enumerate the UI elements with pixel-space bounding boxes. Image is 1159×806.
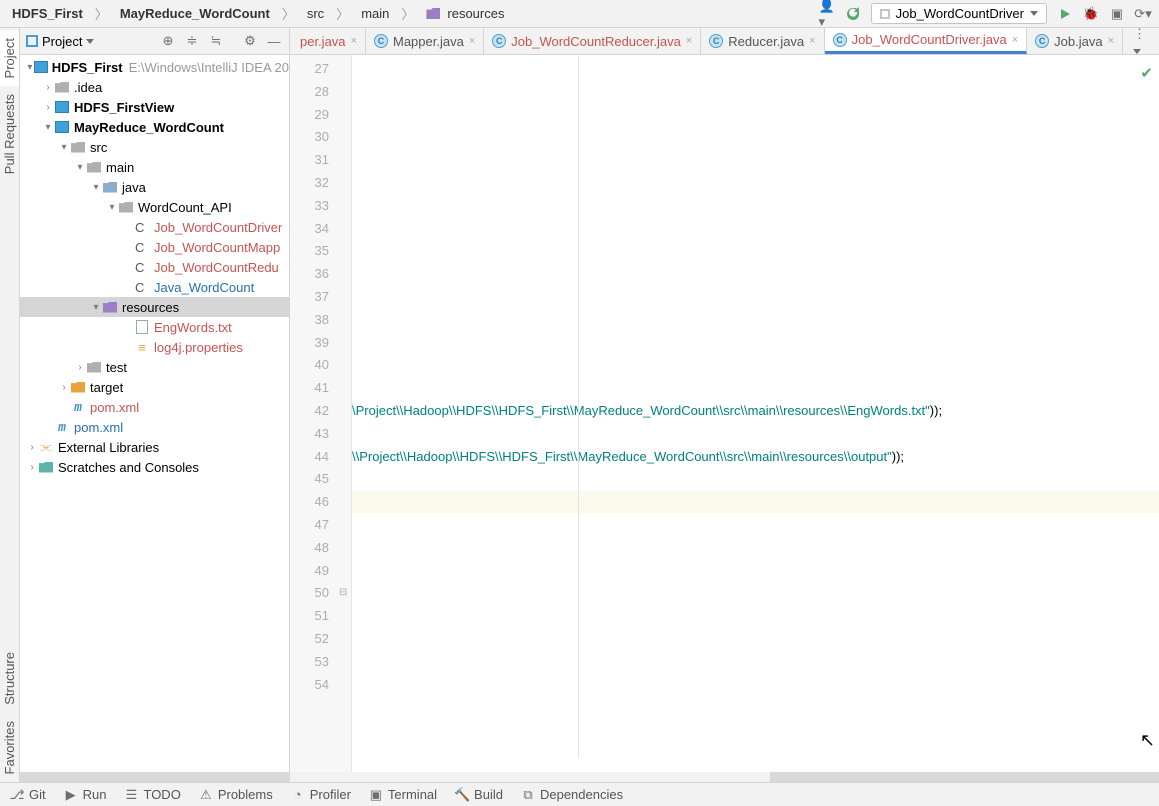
locate-button[interactable]: ⊕	[159, 32, 177, 50]
tree-pom1[interactable]: mpom.xml	[20, 397, 289, 417]
debug-button[interactable]: 🐞	[1083, 6, 1099, 22]
breadcrumb[interactable]: HDFS_First〉 MayReduce_WordCount〉 src〉 ma…	[8, 2, 512, 25]
tab-2[interactable]: CJob_WordCountReducer.java×	[484, 28, 701, 54]
close-icon[interactable]: ×	[1108, 35, 1114, 47]
close-icon[interactable]: ×	[1012, 34, 1018, 46]
left-tool-strip: Project Pull Requests Structure Favorite…	[0, 28, 20, 782]
left-tab-pull-requests[interactable]: Pull Requests	[0, 86, 19, 182]
tree-mayreduce[interactable]: ▾MayReduce_WordCount	[20, 117, 289, 137]
bottom-dependencies[interactable]: ⧉Dependencies	[521, 787, 623, 802]
project-view-icon	[26, 35, 38, 47]
tree-jvc[interactable]: CJava_WordCount	[20, 277, 289, 297]
crumb-4[interactable]: resources	[422, 2, 512, 25]
tabs-more-icon[interactable]: ⋮	[1127, 28, 1159, 55]
editor-gutter[interactable]: 2728293031323334353637383940414243444546…	[290, 55, 352, 782]
scroll-thumb[interactable]	[20, 772, 290, 782]
tree-jwm[interactable]: CJob_WordCountMapp	[20, 237, 289, 257]
bottom-todo[interactable]: ☰TODO	[124, 787, 180, 802]
tree-wordcount-api[interactable]: ▾WordCount_API	[20, 197, 289, 217]
crumb-3[interactable]: main	[357, 4, 393, 23]
crumb-2[interactable]: src	[303, 4, 328, 23]
tree-root[interactable]: ▾HDFS_FirstE:\Windows\IntelliJ IDEA 20	[20, 57, 289, 77]
close-icon[interactable]: ×	[809, 35, 815, 47]
tree-java[interactable]: ▾java	[20, 177, 289, 197]
tab-0[interactable]: per.java×	[292, 28, 366, 54]
project-header-title[interactable]: Project	[42, 34, 82, 49]
run-button[interactable]	[1057, 6, 1073, 22]
scroll-thumb[interactable]	[770, 772, 1159, 782]
project-tool-window: Project ⊕ ≑ ≒ ⚙ — ▾HDFS_FirstE:\Windows\…	[20, 28, 290, 782]
settings-button[interactable]: ⚙	[241, 32, 259, 50]
tree-scratches[interactable]: ›Scratches and Consoles	[20, 457, 289, 477]
bottom-terminal[interactable]: ▣Terminal	[369, 787, 437, 802]
tab-4[interactable]: CJob_WordCountDriver.java×	[825, 28, 1028, 54]
bottom-build[interactable]: 🔨Build	[455, 787, 503, 802]
tree-hdfs-firstview[interactable]: ›HDFS_FirstView	[20, 97, 289, 117]
collapse-all-button[interactable]: ≒	[207, 32, 225, 50]
editor-area: per.java× CMapper.java× CJob_WordCountRe…	[290, 28, 1159, 782]
close-icon[interactable]: ×	[351, 35, 357, 47]
close-icon[interactable]: ×	[686, 35, 692, 47]
tree-main[interactable]: ▾main	[20, 157, 289, 177]
tree-test[interactable]: ›test	[20, 357, 289, 377]
analysis-ok-icon[interactable]: ✔	[1140, 63, 1153, 86]
mouse-cursor: ↖	[1140, 730, 1155, 751]
hide-button[interactable]: —	[265, 32, 283, 50]
bottom-tool-bar: ⎇Git ▶Run ☰TODO ⚠Problems ◔Profiler ▣Ter…	[0, 782, 1159, 806]
column-guide	[578, 55, 579, 758]
tab-3[interactable]: CReducer.java×	[701, 28, 824, 54]
more-run-icon[interactable]: ⟳▾	[1135, 6, 1151, 22]
expand-all-button[interactable]: ≑	[183, 32, 201, 50]
editor-tabs: per.java× CMapper.java× CJob_WordCountRe…	[290, 28, 1159, 55]
bottom-git[interactable]: ⎇Git	[10, 787, 46, 802]
user-icon[interactable]: 👤▾	[819, 6, 835, 22]
close-icon[interactable]: ×	[469, 35, 475, 47]
coverage-button[interactable]: ▣	[1109, 6, 1125, 22]
top-toolbar: HDFS_First〉 MayReduce_WordCount〉 src〉 ma…	[0, 0, 1159, 28]
horizontal-scrollbar[interactable]	[20, 772, 1159, 782]
project-header: Project ⊕ ≑ ≒ ⚙ —	[20, 28, 289, 55]
left-tab-structure[interactable]: Structure	[0, 644, 19, 713]
tree-pom2[interactable]: mpom.xml	[20, 417, 289, 437]
crumb-0[interactable]: HDFS_First	[8, 4, 87, 23]
tree-log4j[interactable]: ≡log4j.properties	[20, 337, 289, 357]
tab-1[interactable]: CMapper.java×	[366, 28, 484, 54]
tree-idea[interactable]: ›.idea	[20, 77, 289, 97]
left-tab-project[interactable]: Project	[0, 30, 19, 86]
crumb-1[interactable]: MayReduce_WordCount	[116, 4, 274, 23]
left-tab-favorites[interactable]: Favorites	[0, 713, 19, 782]
tree-resources[interactable]: ▾resources	[20, 297, 289, 317]
bottom-run[interactable]: ▶Run	[64, 787, 107, 802]
bottom-profiler[interactable]: ◔Profiler	[291, 787, 351, 802]
bottom-problems[interactable]: ⚠Problems	[199, 787, 273, 802]
sync-icon[interactable]	[845, 6, 861, 22]
tree-target[interactable]: ›target	[20, 377, 289, 397]
tree-external-libraries[interactable]: ›⫘External Libraries	[20, 437, 289, 457]
editor-code[interactable]: ✔\Project\\Hadoop\\HDFS\\HDFS_First\\May…	[352, 55, 1159, 782]
run-config-selector[interactable]: Job_WordCountDriver	[871, 3, 1047, 24]
tree-src[interactable]: ▾src	[20, 137, 289, 157]
tab-5[interactable]: CJob.java×	[1027, 28, 1123, 54]
project-tree[interactable]: ▾HDFS_FirstE:\Windows\IntelliJ IDEA 20 ›…	[20, 55, 289, 782]
tree-jwr[interactable]: CJob_WordCountRedu	[20, 257, 289, 277]
tree-jwd[interactable]: CJob_WordCountDriver	[20, 217, 289, 237]
tree-engwords[interactable]: EngWords.txt	[20, 317, 289, 337]
